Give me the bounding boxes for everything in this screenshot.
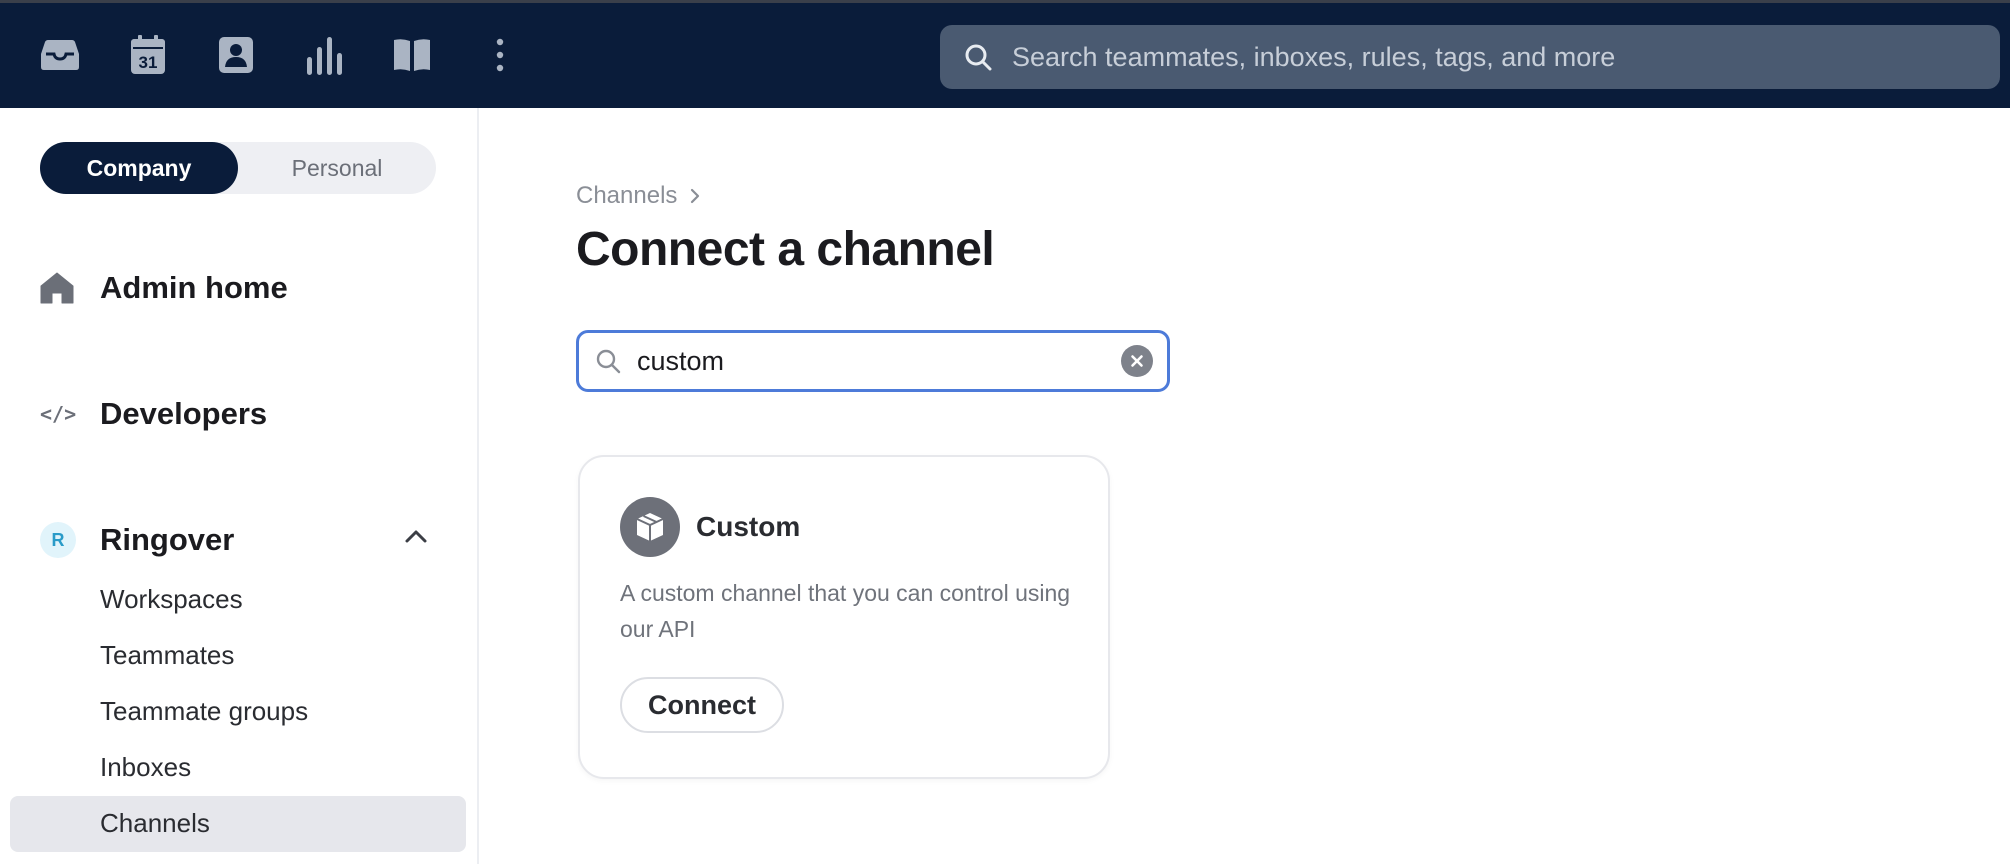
analytics-icon[interactable] <box>302 33 346 77</box>
nav-admin-home[interactable]: Admin home <box>40 268 288 308</box>
workspace-name: Ringover <box>100 522 235 557</box>
global-search-input[interactable] <box>1010 26 2000 88</box>
search-icon <box>964 42 994 72</box>
breadcrumb-channels-link[interactable]: Channels <box>576 182 677 210</box>
sidebar-item-teammate-groups[interactable]: Teammate groups <box>100 696 308 727</box>
global-search-bar[interactable] <box>940 25 2000 89</box>
channel-card-title: Custom <box>696 511 801 542</box>
clear-search-icon[interactable] <box>1121 345 1153 377</box>
search-icon <box>595 347 623 375</box>
chevron-right-icon <box>689 187 701 205</box>
admin-sidebar: Company Personal Admin home </> Develope… <box>0 108 479 864</box>
home-icon <box>40 268 80 308</box>
code-glyph: </> <box>40 402 77 426</box>
nav-workspace-ringover[interactable]: R Ringover <box>40 520 234 560</box>
calendar-icon[interactable]: 31 <box>126 33 170 77</box>
contacts-icon[interactable] <box>214 33 258 77</box>
company-scope-button[interactable]: Company <box>40 142 238 194</box>
workspace-initial: R <box>40 522 76 558</box>
connect-button[interactable]: Connect <box>620 677 784 733</box>
channel-card-description: A custom channel that you can control us… <box>620 580 1071 642</box>
workspace-avatar: R <box>40 520 80 560</box>
inbox-icon[interactable] <box>38 33 82 77</box>
scope-toggle: Company Personal <box>40 142 436 194</box>
channel-search-field[interactable] <box>576 330 1170 392</box>
more-icon[interactable] <box>478 33 522 77</box>
sidebar-item-teammates[interactable]: Teammates <box>100 640 234 671</box>
top-navigation-bar: 31 <box>0 3 2010 108</box>
package-icon <box>620 497 680 557</box>
selected-item-highlight <box>10 796 466 852</box>
nav-developers[interactable]: </> Developers <box>40 394 267 434</box>
sidebar-item-channels[interactable]: Channels <box>100 808 210 839</box>
personal-scope-button[interactable]: Personal <box>238 142 436 194</box>
nav-admin-home-label: Admin home <box>100 270 288 305</box>
code-icon: </> <box>40 394 80 434</box>
sidebar-item-workspaces[interactable]: Workspaces <box>100 584 243 615</box>
breadcrumb: Channels <box>576 182 701 210</box>
channel-search-input[interactable] <box>635 335 1121 387</box>
knowledge-base-icon[interactable] <box>390 33 434 77</box>
calendar-day-text: 31 <box>139 53 158 72</box>
sidebar-item-inboxes[interactable]: Inboxes <box>100 752 191 783</box>
channel-card-custom: Custom A custom channel that you can con… <box>578 455 1110 779</box>
chevron-up-icon[interactable] <box>404 528 428 549</box>
nav-developers-label: Developers <box>100 396 268 431</box>
page-title: Connect a channel <box>576 223 995 276</box>
